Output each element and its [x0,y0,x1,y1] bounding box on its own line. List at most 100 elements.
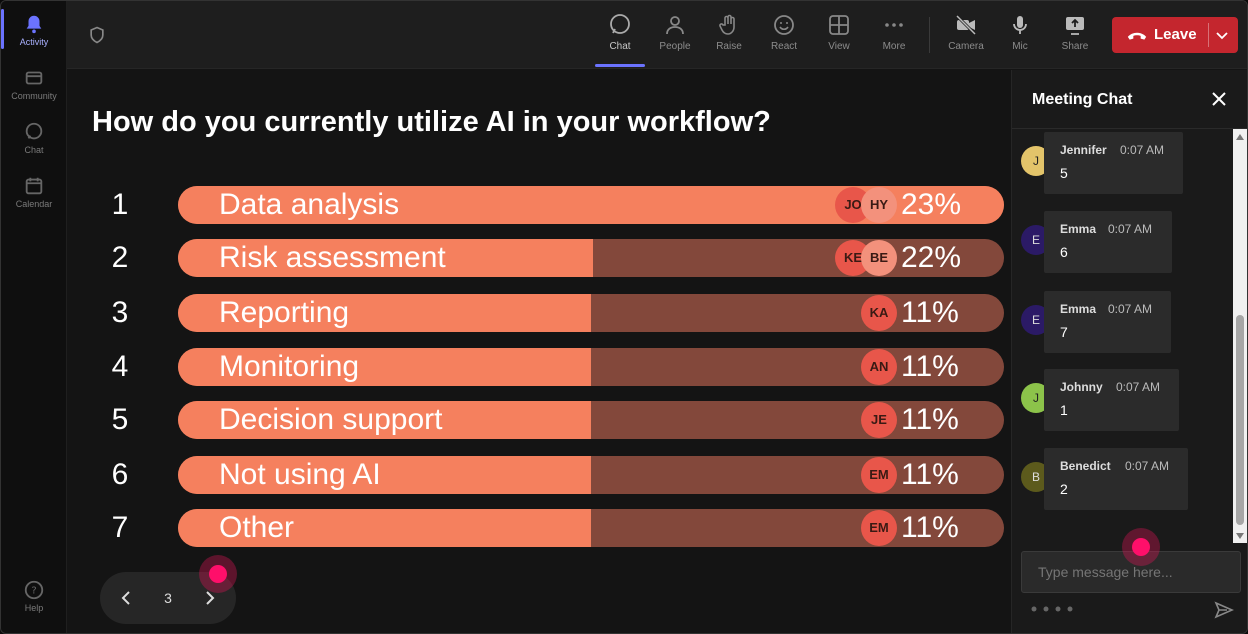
voter-avatar: EM [861,457,897,493]
scroll-up-arrow[interactable] [1236,134,1244,140]
option-label: Decision support [219,403,443,436]
poll-question: How do you currently utilize AI in your … [92,106,771,138]
message-time: 0:07 AM [1120,143,1165,157]
chat-title: Meeting Chat [1032,91,1133,108]
people-button-label: People [659,41,691,52]
poll-option-row: 1 Data analysis JO HY 23% [67,186,1011,224]
voter-avatar: KA [861,295,897,331]
svg-text:?: ? [31,586,36,597]
rail-item-help[interactable]: ? Help [1,579,67,613]
chevron-down-icon[interactable] [1214,27,1230,43]
chat-button[interactable]: Chat [595,11,645,67]
rail-item-calendar[interactable]: Calendar [1,175,67,209]
chat-message[interactable]: Benedict 0:07 AM 2 [1044,448,1188,510]
option-number: 3 [111,296,129,329]
chat-divider [1012,128,1247,129]
hand-icon [719,14,735,35]
option-number: 7 [111,511,129,544]
help-icon: ? [24,580,44,600]
leave-label: Leave [1154,26,1197,43]
react-button[interactable]: React [759,11,809,61]
more-button[interactable]: More [869,11,919,61]
voter-avatar: BE [861,240,897,276]
voter-avatar: JE [861,402,897,438]
option-percentage: 11% [901,511,959,544]
meeting-window: Activity Community Chat Calendar ? Help … [0,0,1248,634]
option-number: 6 [111,458,129,491]
poll-option-row: 2 Risk assessment KE BE 22% [67,239,1011,277]
toolbar-divider [929,17,930,53]
people-icon [666,16,684,35]
calendar-icon [25,177,43,195]
share-screen-icon [1066,17,1084,35]
rail-item-activity[interactable]: Activity [1,9,67,49]
poll-option-row: 6 Not using AI EM 11% [67,456,1011,494]
community-icon [25,71,43,85]
message-text: 7 [1060,324,1068,340]
message-time: 0:07 AM [1108,222,1153,236]
chat-button-label: Chat [609,41,631,52]
camera-button[interactable]: Camera [941,11,991,61]
option-label: Data analysis [219,188,400,221]
page-number: 3 [164,590,172,606]
scrollbar-thumb[interactable] [1236,315,1244,525]
option-label: Reporting [219,296,350,329]
option-number: 5 [111,403,129,436]
rail-item-community[interactable]: Community [1,67,67,101]
chat-message[interactable]: Emma 0:07 AM 7 [1044,291,1171,353]
sender-name: Jennifer [1060,143,1107,157]
option-percentage: 23% [901,188,962,221]
voter-avatar: AN [861,349,897,385]
message-time: 0:07 AM [1125,459,1170,473]
chat-message[interactable]: Jennifer 0:07 AM 5 [1044,132,1183,194]
share-button-label: Share [1061,41,1089,52]
mic-icon [1013,16,1027,34]
option-percentage: 11% [901,350,959,383]
rail-item-chat[interactable]: Chat [1,121,67,155]
smile-icon [774,15,794,35]
format-tools-icon[interactable] [1030,603,1090,615]
poll-option-row: 3 Reporting KA 11% [67,294,1011,332]
avatar-initial: B [1031,470,1040,484]
close-icon[interactable] [1210,90,1228,108]
option-number: 4 [111,350,129,383]
scroll-down-arrow[interactable] [1236,533,1244,539]
option-percentage: 11% [901,403,959,436]
option-percentage: 11% [901,296,959,329]
grid-view-icon [829,15,849,35]
raise-button-label: Raise [716,41,742,52]
rail-label: Help [24,603,44,613]
message-text: 2 [1060,481,1068,497]
mic-button[interactable]: Mic [995,11,1045,61]
left-rail: Activity Community Chat Calendar ? Help [1,1,67,633]
raise-hand-button[interactable]: Raise [704,11,754,61]
option-number: 2 [111,241,129,274]
view-button-label: View [828,41,850,52]
sender-name: Benedict [1060,459,1111,473]
click-indicator [199,555,237,593]
avatar-initial: E [1031,233,1040,247]
leave-button[interactable]: Leave [1112,17,1238,53]
avatar-initial: E [1031,313,1040,327]
option-label: Monitoring [219,350,360,383]
poll-option-row: 4 Monitoring AN 11% [67,348,1011,386]
chat-message[interactable]: Emma 0:07 AM 6 [1044,211,1172,273]
voter-avatar: HY [861,187,897,223]
sender-name: Johnny [1060,380,1103,394]
view-button[interactable]: View [814,11,864,61]
chevron-left-icon[interactable] [116,588,136,608]
chat-message[interactable]: Johnny 0:07 AM 1 [1044,369,1179,431]
people-button[interactable]: People [650,11,700,61]
rail-label: Activity [19,37,49,47]
message-time: 0:07 AM [1116,380,1161,394]
shield-icon[interactable] [87,25,107,45]
share-button[interactable]: Share [1050,11,1100,61]
mic-button-label: Mic [1012,41,1028,52]
rail-label: Community [11,91,57,101]
option-label: Not using AI [219,458,381,491]
message-text: 5 [1060,165,1068,181]
bell-icon [26,15,42,34]
option-percentage: 11% [901,458,959,491]
chat-scrollbar[interactable] [1233,129,1247,543]
send-icon[interactable] [1214,600,1234,620]
